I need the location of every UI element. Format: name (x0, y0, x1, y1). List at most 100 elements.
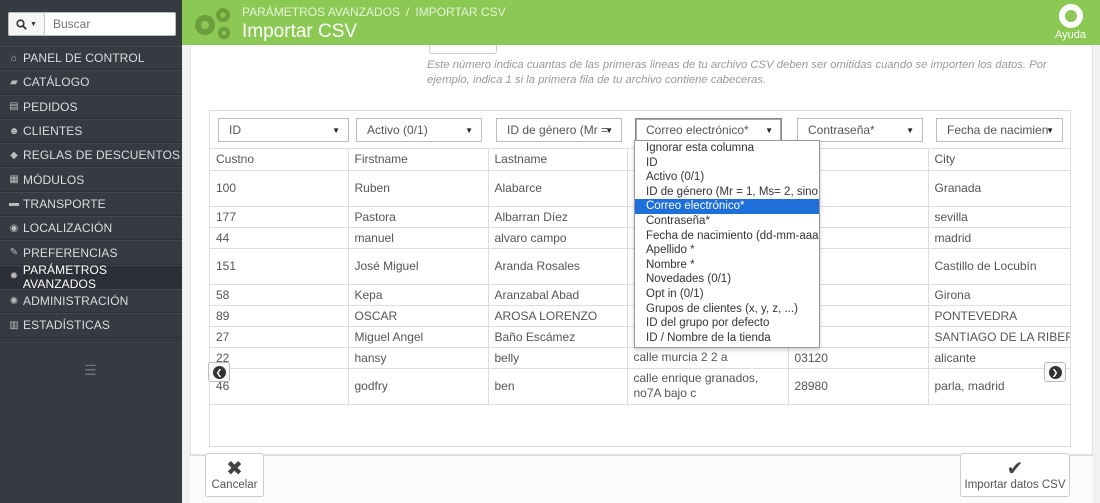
table-cell: Aranzabal Abad (488, 284, 628, 306)
table-cell: José Miguel (348, 248, 489, 285)
table-cell: alvaro campo (488, 227, 628, 249)
sidebar-item[interactable]: ✺ ADMINISTRACIÓN (0, 288, 182, 314)
table-cell: belly (488, 347, 628, 369)
table-cell: ben (488, 368, 628, 405)
column-type-select[interactable]: Activo (0/1) ▼ (356, 118, 482, 142)
sidebar-item-label: LOCALIZACIÓN (23, 221, 113, 236)
sidebar-item[interactable]: ⌂ PANEL DE CONTROL (0, 46, 182, 71)
dropdown-option[interactable]: ID / Nombre de la tienda (635, 331, 819, 346)
table-cell: 89 (210, 305, 349, 327)
stats-icon: ▥ (9, 319, 19, 331)
dropdown-option[interactable]: Correo electrónico* (635, 199, 819, 214)
sidebar-item[interactable]: ▰ CATÁLOGO (0, 70, 182, 95)
table-cell: 151 (210, 248, 349, 285)
cancel-button[interactable]: ✖ Cancelar (205, 453, 264, 497)
dropdown-option[interactable]: Fecha de nacimiento (dd-mm-aaaa) (635, 229, 819, 244)
column-type-value: Correo electrónico* (646, 123, 749, 137)
customers-icon: ☻ (8, 125, 20, 137)
table-cell: Albarran Díez (488, 206, 628, 228)
sidebar-menu: ⌂ PANEL DE CONTROL ▰ CATÁLOGO ▤ PEDIDOS ☻ CLIEN… (0, 46, 182, 338)
sidebar-item[interactable]: ✎ PREFERENCIAS (0, 240, 182, 265)
column-type-select[interactable]: Contraseña* ▼ (797, 118, 923, 142)
chevron-right-icon: ❯ (1048, 365, 1062, 379)
dropdown-option[interactable]: Contraseña* (635, 214, 819, 229)
dropdown-option[interactable]: Novedades (0/1) (635, 272, 819, 287)
dropdown-option[interactable]: Nombre * (635, 258, 819, 273)
sidebar-item[interactable]: ☻ CLIENTES (0, 118, 182, 144)
dropdown-option[interactable]: Apellido * (635, 243, 819, 258)
sidebar-item-label: PEDIDOS (23, 99, 78, 114)
table-cell: Girona (928, 284, 1070, 306)
table-cell: godfry (348, 368, 489, 405)
dropdown-option[interactable]: Activo (0/1) (635, 170, 819, 185)
table-cell: calle enrique granados, no7A bajo c (627, 368, 789, 405)
page-title: Importar CSV (242, 21, 358, 42)
caret-down-icon: ▼ (332, 126, 340, 135)
sidebar-item-label: CLIENTES (23, 124, 83, 139)
caret-down-icon: ▼ (765, 126, 773, 135)
column-type-select[interactable]: ID ▼ (218, 118, 349, 142)
skip-lines-input[interactable] (429, 45, 497, 54)
caret-down-icon: ▼ (465, 126, 473, 135)
caret-down-icon: ▼ (605, 126, 613, 135)
column-header: Lastname (488, 149, 628, 171)
dropdown-option[interactable]: ID (635, 156, 819, 171)
column-header: Firstname (348, 149, 489, 171)
modules-icon: ▦ (9, 174, 19, 186)
column-type-select[interactable]: ID de género (Mr = ▼ (496, 118, 622, 142)
sidebar-item[interactable]: ▬ TRANSPORTE (0, 191, 182, 217)
globe-icon: ◉ (9, 222, 19, 234)
table-cell: sevilla (928, 206, 1070, 228)
table-cell: Castillo de Locubín (928, 248, 1070, 285)
check-icon: ✔ (1006, 458, 1024, 480)
breadcrumb-item[interactable]: IMPORTAR CSV (415, 5, 505, 19)
dropdown-option[interactable]: Ignorar esta columna (635, 141, 819, 156)
gears-icon: ✹ (9, 271, 19, 283)
column-type-select[interactable]: Fecha de nacimien ▼ (936, 118, 1063, 142)
table-cell: manuel (348, 227, 489, 249)
search-input[interactable] (45, 17, 165, 31)
breadcrumb: PARÁMETROS AVANZADOS / IMPORTAR CSV (242, 5, 506, 19)
sidebar-item[interactable]: ✹ PARÁMETROS AVANZADOS (0, 262, 182, 291)
dropdown-option[interactable]: ID de género (Mr = 1, Ms= 2, sino 0) (635, 185, 819, 200)
column-type-value: Activo (0/1) (367, 123, 428, 137)
sidebar-item-label: PARÁMETROS AVANZADOS (22, 262, 108, 291)
sidebar-item[interactable]: ◆ REGLAS DE DESCUENTOS (0, 143, 182, 168)
column-type-select[interactable]: Correo electrónico* ▼ (635, 118, 782, 142)
help-button[interactable]: Ayuda (1055, 4, 1086, 41)
gears-icon (195, 8, 230, 39)
table-cell: Pastora (348, 206, 489, 228)
sidebar-item-label: CATÁLOGO (23, 75, 90, 90)
next-columns-button[interactable]: ❯ (1044, 362, 1066, 382)
table-cell: Ruben (348, 170, 489, 207)
dropdown-option[interactable]: Opt in (0/1) (635, 287, 819, 302)
table-cell: Baño Escámez (488, 326, 628, 348)
import-label: Importar datos CSV (964, 479, 1066, 491)
shipping-icon: ▬ (8, 198, 20, 210)
import-button[interactable]: ✔ Importar datos CSV (960, 453, 1070, 497)
table-cell: madrid (928, 227, 1070, 249)
column-header: City (928, 149, 1070, 171)
dropdown-option[interactable]: Grupos de clientes (x, y, z, ...) (635, 302, 819, 317)
sidebar-item-label: TRANSPORTE (23, 196, 106, 211)
search-box: ▼ (8, 12, 176, 36)
table-cell: 22 (210, 347, 349, 369)
prev-columns-button[interactable]: ❮ (208, 362, 230, 382)
table-cell: Aranda Rosales (488, 248, 628, 285)
sidebar-item-label: ESTADÍSTICAS (23, 318, 110, 333)
sidebar-item[interactable]: ▤ PEDIDOS (0, 94, 182, 119)
table-cell: 44 (210, 227, 349, 249)
breadcrumb-item[interactable]: PARÁMETROS AVANZADOS (242, 5, 400, 19)
search-scope-button[interactable]: ▼ (9, 13, 45, 35)
sidebar-item[interactable]: ◉ LOCALIZACIÓN (0, 216, 182, 241)
sidebar-item[interactable]: ▦ MÓDULOS (0, 167, 182, 192)
dropdown-option[interactable]: ID del grupo por defecto (635, 316, 819, 331)
sidebar: ▼ ⌂PANEL DE CONTROL▰CATÁLOGO▤PEDIDOS☻CLI… (0, 0, 182, 503)
sidebar-item[interactable]: ▥ ESTADÍSTICAS (0, 313, 182, 338)
sidebar-item-label: PREFERENCIAS (23, 245, 118, 260)
sidebar-item-label: REGLAS DE DESCUENTOS (23, 148, 181, 163)
caret-down-icon: ▼ (1046, 126, 1054, 135)
collapse-menu-icon[interactable]: ☰ (84, 362, 97, 379)
panel-footer (190, 455, 1093, 503)
cancel-label: Cancelar (211, 479, 258, 491)
